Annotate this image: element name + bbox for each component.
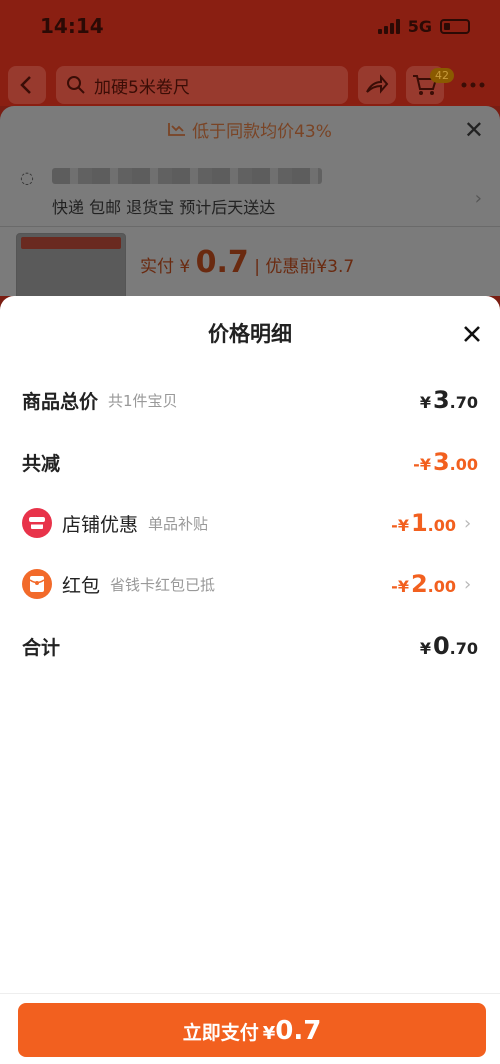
nav-row: 加硬5米卷尺 42 (0, 64, 500, 106)
red-packet-amount: -¥ 2.00 (391, 570, 456, 598)
chevron-right-icon: › (464, 512, 472, 534)
chevron-right-icon: › (474, 188, 482, 209)
signal-icon (377, 18, 400, 34)
store-icon (22, 508, 52, 538)
total-amount: ¥0.70 (419, 632, 478, 660)
chevron-right-icon: › (464, 573, 472, 595)
price-detail-modal: 价格明细 商品总价 共1件宝贝 ¥3.70 共减 -¥ 3.00 店铺优惠 单品补… (0, 296, 500, 1064)
search-text: 加硬5米卷尺 (94, 77, 190, 98)
store-discount-amount: -¥ 1.00 (391, 509, 456, 537)
trend-down-icon (168, 123, 186, 136)
row-store-discount[interactable]: 店铺优惠 单品补贴 -¥ 1.00 › (22, 503, 478, 543)
red-packet-icon (22, 569, 52, 599)
address-blurred (52, 168, 322, 184)
more-icon (461, 82, 485, 88)
search-icon (67, 76, 85, 94)
share-button[interactable] (358, 66, 396, 104)
share-icon (366, 74, 389, 94)
back-arrow-icon (20, 76, 31, 94)
footer-divider (0, 993, 500, 994)
row-red-packet[interactable]: 红包 省钱卡红包已抵 -¥ 2.00 › (22, 564, 478, 604)
location-pin-icon: ◌ (20, 168, 34, 187)
subtotal-amount: ¥3.70 (419, 386, 478, 414)
product-thumbnail (16, 233, 126, 296)
close-icon (464, 326, 480, 342)
more-button[interactable] (454, 66, 492, 104)
battery-icon (440, 18, 470, 34)
row-total-discount: 共减 -¥ 3.00 (22, 448, 478, 476)
status-bar: 14:14 5G (0, 0, 500, 52)
row-subtotal: 商品总价 共1件宝贝 ¥3.70 (22, 386, 478, 414)
status-time: 14:14 (40, 14, 104, 38)
total-discount-amount: -¥ 3.00 (413, 448, 478, 476)
order-sheet-background: 低于同款均价43% ✕ ◌ 快递 包邮 退货宝 预计后天送达 › 实付 ¥ 0.… (0, 106, 500, 296)
row-total: 合计 ¥0.70 (22, 632, 478, 660)
network-label: 5G (407, 16, 432, 36)
close-icon[interactable]: ✕ (464, 116, 484, 144)
address-subtitle: 快递 包邮 退货宝 预计后天送达 (52, 198, 276, 217)
modal-title: 价格明细 (208, 322, 292, 346)
product-row: 实付 ¥ 0.7 | 优惠前¥3.7 (0, 226, 500, 296)
banner-text: 低于同款均价43% (192, 121, 332, 142)
cart-count-badge: 42 (430, 68, 454, 83)
product-price: 实付 ¥ 0.7 | 优惠前¥3.7 (140, 245, 355, 280)
search-box[interactable]: 加硬5米卷尺 (56, 66, 348, 104)
price-banner: 低于同款均价43% ✕ (0, 106, 500, 152)
pay-now-button[interactable]: 立即支付 ¥ 0.7 (18, 1003, 486, 1057)
modal-close-button[interactable] (458, 320, 486, 348)
back-button[interactable] (8, 66, 46, 104)
address-row[interactable]: ◌ 快递 包邮 退货宝 预计后天送达 › (0, 152, 500, 226)
